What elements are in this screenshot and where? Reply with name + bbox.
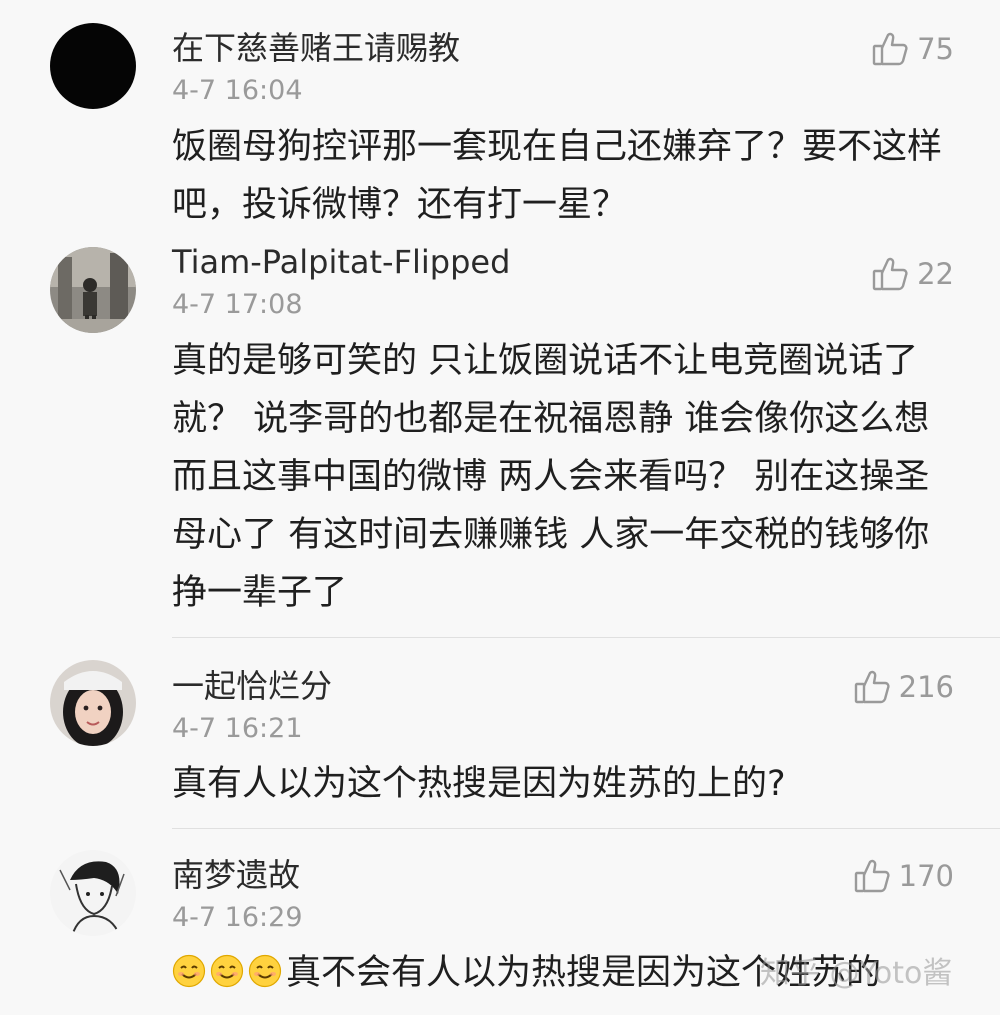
like-button[interactable]: 75 xyxy=(871,29,954,69)
thumbs-up-icon xyxy=(853,668,891,706)
avatar[interactable] xyxy=(50,23,136,109)
smiling-face-icon xyxy=(248,953,286,993)
username[interactable]: Tiam-Palpitat-Flipped xyxy=(172,242,510,282)
timestamp: 4-7 16:29 xyxy=(172,902,303,933)
comment-text: 真的是够可笑的 只让饭圈说话不让电竞圈说话了就？ 说李哥的也都是在祝福恩静 谁会… xyxy=(172,341,930,613)
divider xyxy=(172,637,1000,638)
username[interactable]: 一起恰烂分 xyxy=(172,666,332,706)
timestamp: 4-7 16:04 xyxy=(172,75,303,106)
avatar[interactable] xyxy=(50,850,136,936)
like-count: 216 xyxy=(898,670,954,704)
thumbs-up-icon xyxy=(871,30,909,68)
like-count: 170 xyxy=(898,859,954,893)
username[interactable]: 在下慈善赌王请赐教 xyxy=(172,28,460,68)
avatar[interactable] xyxy=(50,247,136,333)
smiling-face-icon xyxy=(172,953,210,993)
username[interactable]: 南梦遗故 xyxy=(172,855,300,895)
comment-text: 饭圈母狗控评那一套现在自己还嫌弃了？要不这样吧，投诉微博？还有打一星？ xyxy=(172,127,943,225)
thumbs-up-icon xyxy=(853,857,891,895)
avatar[interactable] xyxy=(50,660,136,746)
timestamp: 4-7 16:21 xyxy=(172,713,303,744)
watermark: 知乎 @Yoto酱 xyxy=(760,956,953,991)
like-count: 75 xyxy=(917,32,954,66)
like-button[interactable]: 216 xyxy=(853,667,954,707)
like-button[interactable]: 170 xyxy=(853,856,954,896)
like-button[interactable]: 22 xyxy=(871,254,954,294)
thumbs-up-icon xyxy=(871,255,909,293)
divider xyxy=(172,828,1000,829)
comment-text: 真有人以为这个热搜是因为姓苏的上的? xyxy=(172,764,786,804)
like-count: 22 xyxy=(917,257,954,291)
timestamp: 4-7 17:08 xyxy=(172,289,303,320)
smiling-face-icon xyxy=(210,953,248,993)
